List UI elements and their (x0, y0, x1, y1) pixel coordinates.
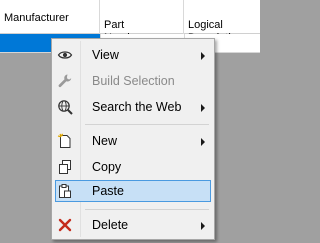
new-document-icon (57, 133, 73, 149)
submenu-arrow-icon (201, 222, 205, 230)
submenu-arrow-icon (201, 52, 205, 60)
context-menu: View Build Selection Search the Web New … (51, 38, 215, 240)
globe-search-icon (57, 99, 73, 115)
submenu-arrow-icon (201, 104, 205, 112)
menu-item-copy[interactable]: Copy (55, 156, 211, 178)
wrench-icon (57, 73, 73, 89)
eye-icon (57, 47, 73, 63)
menu-item-delete[interactable]: Delete (55, 214, 211, 236)
menu-item-build-selection[interactable]: Build Selection (55, 70, 211, 92)
menu-item-label: View (92, 48, 119, 62)
menu-item-paste[interactable]: Paste (55, 180, 211, 202)
column-header-part-number[interactable]: Part Number (100, 0, 184, 44)
delete-x-icon (57, 217, 73, 233)
column-header-label: Manufacturer (4, 12, 69, 24)
menu-item-label: Search the Web (92, 100, 182, 114)
menu-separator (85, 124, 209, 125)
menu-item-view[interactable]: View (55, 44, 211, 66)
menu-item-label: Copy (92, 160, 122, 174)
menu-item-label: Paste (92, 184, 124, 198)
paste-icon (57, 183, 73, 199)
menu-separator (85, 209, 209, 210)
menu-item-label: Build Selection (92, 74, 175, 88)
copy-icon (57, 159, 73, 175)
submenu-arrow-icon (201, 138, 205, 146)
menu-item-label: Delete (92, 218, 129, 232)
column-header-logical-description[interactable]: Logical Description (184, 0, 260, 44)
menu-item-search-the-web[interactable]: Search the Web (55, 96, 211, 118)
menu-item-new[interactable]: New (55, 130, 211, 152)
column-header-manufacturer[interactable]: Manufacturer (0, 0, 100, 34)
grid-header: Manufacturer Part Number Logical Descrip… (0, 0, 260, 44)
menu-item-label: New (92, 134, 118, 148)
